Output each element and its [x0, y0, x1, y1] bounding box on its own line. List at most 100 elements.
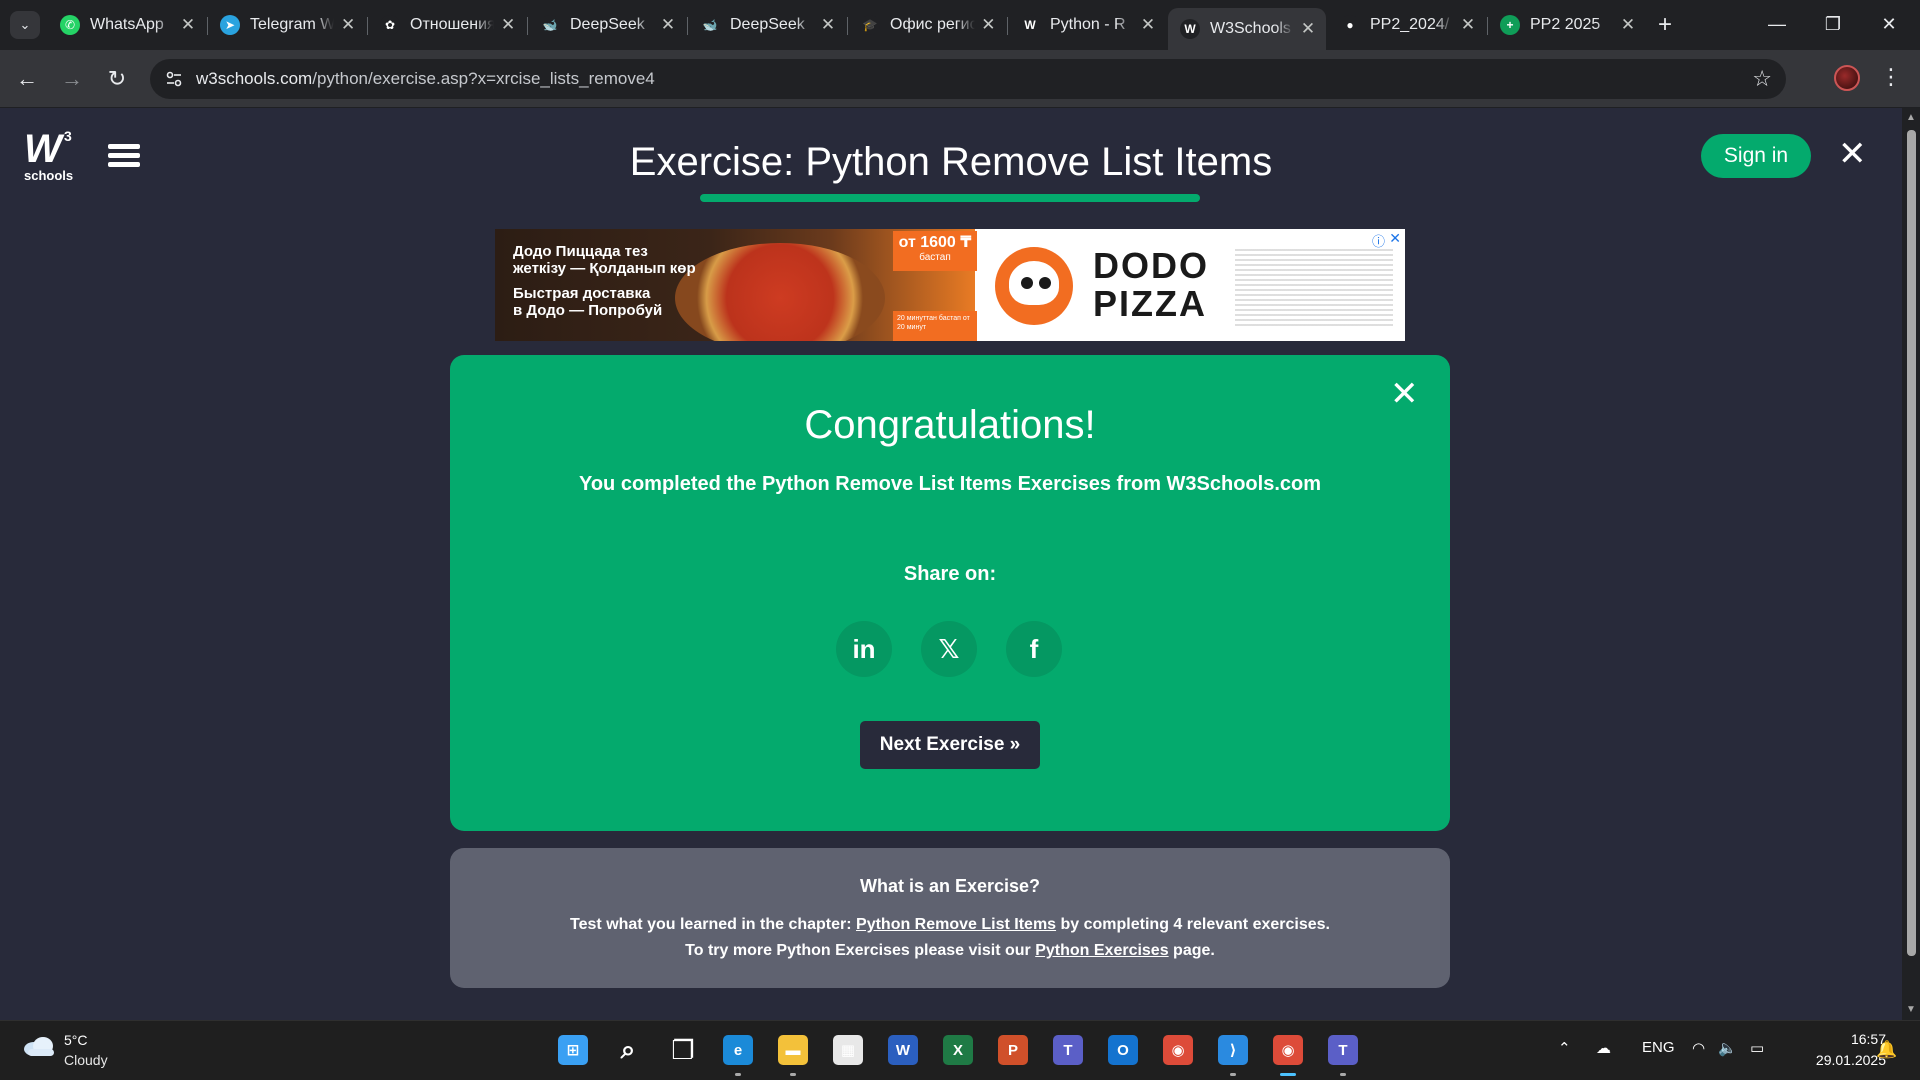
w3schools-icon: W [1020, 15, 1040, 35]
browser-tab[interactable]: + PP2 2025 ✕ [1488, 8, 1646, 42]
search-icon[interactable]: ⌕ [610, 1032, 646, 1068]
reload-button[interactable]: ↻ [102, 64, 132, 94]
tab-close-icon[interactable]: ✕ [1298, 19, 1318, 39]
cloud-icon[interactable] [22, 1035, 56, 1057]
chevron-up-icon[interactable]: ⌃ [1558, 1039, 1571, 1057]
bookmark-star-icon[interactable]: ☆ [1752, 66, 1772, 92]
scroll-up-icon[interactable]: ▲ [1906, 112, 1916, 123]
store-icon[interactable]: ▦ [830, 1032, 866, 1068]
window-close-button[interactable]: ✕ [1866, 8, 1912, 40]
ad-info-icon[interactable]: ⓘ [1372, 231, 1385, 250]
chapter-link[interactable]: Python Remove List Items [856, 916, 1056, 933]
file-explorer-icon[interactable]: ▬ [775, 1032, 811, 1068]
weather-description[interactable]: Cloudy [64, 1052, 108, 1068]
tab-close-icon[interactable]: ✕ [1138, 15, 1158, 35]
scrollbar-thumb[interactable] [1907, 130, 1916, 956]
chrome-profile-icon[interactable]: ◉ [1270, 1032, 1306, 1068]
browser-tab[interactable]: ● PP2_2024/ ✕ [1328, 8, 1486, 42]
browser-tab[interactable]: W Python - R ✕ [1008, 8, 1166, 42]
ad-close-icon[interactable]: ✕ [1389, 230, 1401, 247]
share-facebook-button[interactable]: f [1006, 621, 1062, 677]
new-tab-button[interactable]: + [1651, 11, 1679, 39]
running-indicator [1280, 1073, 1296, 1076]
edge-icon[interactable]: e [720, 1032, 756, 1068]
minimize-button[interactable]: — [1754, 8, 1800, 40]
scroll-down-icon[interactable]: ▼ [1906, 1004, 1916, 1015]
teams-icon[interactable]: T [1050, 1032, 1086, 1068]
wifi-icon[interactable]: ◠ [1692, 1039, 1705, 1057]
info-title: What is an Exercise? [859, 876, 1041, 896]
tab-separator [207, 17, 208, 35]
tab-close-icon[interactable]: ✕ [498, 15, 518, 35]
taskbar-app-glyph: O [1108, 1035, 1138, 1065]
browser-tab[interactable]: W W3Schools ✕ [1168, 8, 1326, 50]
ad-price-note: бастап [919, 252, 951, 263]
start-icon[interactable]: ⊞ [555, 1032, 591, 1068]
tab-close-icon[interactable]: ✕ [979, 15, 998, 35]
browser-tab[interactable]: ✆ WhatsApp ✕ [48, 8, 206, 42]
chrome-icon[interactable]: ◉ [1160, 1032, 1196, 1068]
excel-icon[interactable]: X [940, 1032, 976, 1068]
url-text[interactable]: w3schools.com/python/exercise.asp?x=xrci… [196, 69, 655, 89]
congratulations-title: Congratulations! [804, 403, 1096, 447]
running-indicator [735, 1073, 741, 1076]
forward-button[interactable]: → [57, 64, 87, 94]
browser-tab[interactable]: 🎓 Офис регис ✕ [848, 8, 1006, 42]
outlook-icon[interactable]: O [1105, 1032, 1141, 1068]
tab-close-icon[interactable]: ✕ [818, 15, 838, 35]
page-scrollbar[interactable]: ▲ ▼ [1902, 108, 1920, 1020]
address-bar[interactable]: w3schools.com/python/exercise.asp?x=xrci… [150, 59, 1786, 99]
browser-tab[interactable]: ✿ Отношения ✕ [368, 8, 526, 42]
weather-temperature[interactable]: 5°C [64, 1032, 88, 1048]
tab-close-icon[interactable]: ✕ [338, 15, 358, 35]
tab-title: Офис регис [890, 16, 975, 33]
taskbar-app-glyph: X [943, 1035, 973, 1065]
taskbar-app-glyph: W [888, 1035, 918, 1065]
running-indicator [1230, 1073, 1236, 1076]
word-icon[interactable]: W [885, 1032, 921, 1068]
restore-button[interactable]: ❐ [1810, 8, 1856, 40]
taskbar-app-glyph: ▬ [778, 1035, 808, 1065]
site-info-icon[interactable] [164, 69, 184, 89]
browser-tab[interactable]: 🐋 DeepSeek ✕ [528, 8, 686, 42]
windows-taskbar: 5°C Cloudy ⊞ ⌕ ❐ e ▬ ▦ W X P T O ◉ ⟩ ◉ T ⌃ ☁ ENG ◠ 🔈 ▭… [0, 1020, 1920, 1080]
taskbar-app-glyph: ⌕ [620, 1034, 636, 1064]
battery-icon[interactable]: ▭ [1750, 1039, 1764, 1057]
ad-fine-print [1235, 249, 1393, 329]
share-linkedin-button[interactable]: in [836, 621, 892, 677]
onedrive-icon[interactable]: ☁ [1596, 1039, 1611, 1057]
notification-bell-icon[interactable]: 🔔 [1876, 1040, 1897, 1060]
taskbar-app-glyph: T [1053, 1035, 1083, 1065]
advertisement-banner[interactable]: Додо Пиццада тез жеткізу — Қолданып көр … [495, 229, 1405, 341]
page-title: Exercise: Python Remove List Items [629, 140, 1273, 184]
linkedin-icon: in [852, 634, 876, 664]
python-exercises-link[interactable]: Python Exercises [1035, 942, 1168, 959]
tab-close-icon[interactable]: ✕ [1458, 15, 1478, 35]
teams-new-icon[interactable]: T [1325, 1032, 1361, 1068]
close-exercise-icon[interactable]: ✕ [1838, 134, 1867, 174]
share-x-button[interactable]: 𝕏 [921, 621, 977, 677]
tab-search-button[interactable]: ⌄ [10, 11, 40, 39]
taskbar-app-glyph: P [998, 1035, 1028, 1065]
browser-tab[interactable]: 🐋 DeepSeek ✕ [688, 8, 846, 42]
vscode-icon[interactable]: ⟩ [1215, 1032, 1251, 1068]
powerpoint-icon[interactable]: P [995, 1032, 1031, 1068]
browser-toolbar: ← → ↻ w3schools.com/python/exercise.asp?… [0, 50, 1920, 108]
next-exercise-button[interactable]: Next Exercise » [860, 721, 1040, 769]
browser-tab[interactable]: ➤ Telegram W ✕ [208, 8, 366, 42]
profile-avatar[interactable] [1834, 65, 1860, 91]
tab-close-icon[interactable]: ✕ [178, 15, 198, 35]
clock-date[interactable]: 29.01.2025 [1790, 1052, 1886, 1068]
info-text: page. [1168, 942, 1215, 959]
volume-icon[interactable]: 🔈 [1718, 1039, 1737, 1057]
task-view-icon[interactable]: ❐ [665, 1032, 701, 1068]
ad-text-line: в Додо — Попробуй [513, 302, 663, 319]
url-path: /python/exercise.asp?x=xrcise_lists_remo… [312, 69, 655, 88]
tab-close-icon[interactable]: ✕ [1618, 15, 1638, 35]
sign-in-button[interactable]: Sign in [1701, 134, 1811, 178]
ad-timer-badge: 20 минуттан бастап от 20 минут [893, 311, 977, 341]
tab-close-icon[interactable]: ✕ [658, 15, 678, 35]
back-button[interactable]: ← [12, 64, 42, 94]
input-language[interactable]: ENG [1642, 1039, 1675, 1056]
browser-menu-button[interactable]: ⋮ [1880, 63, 1902, 91]
